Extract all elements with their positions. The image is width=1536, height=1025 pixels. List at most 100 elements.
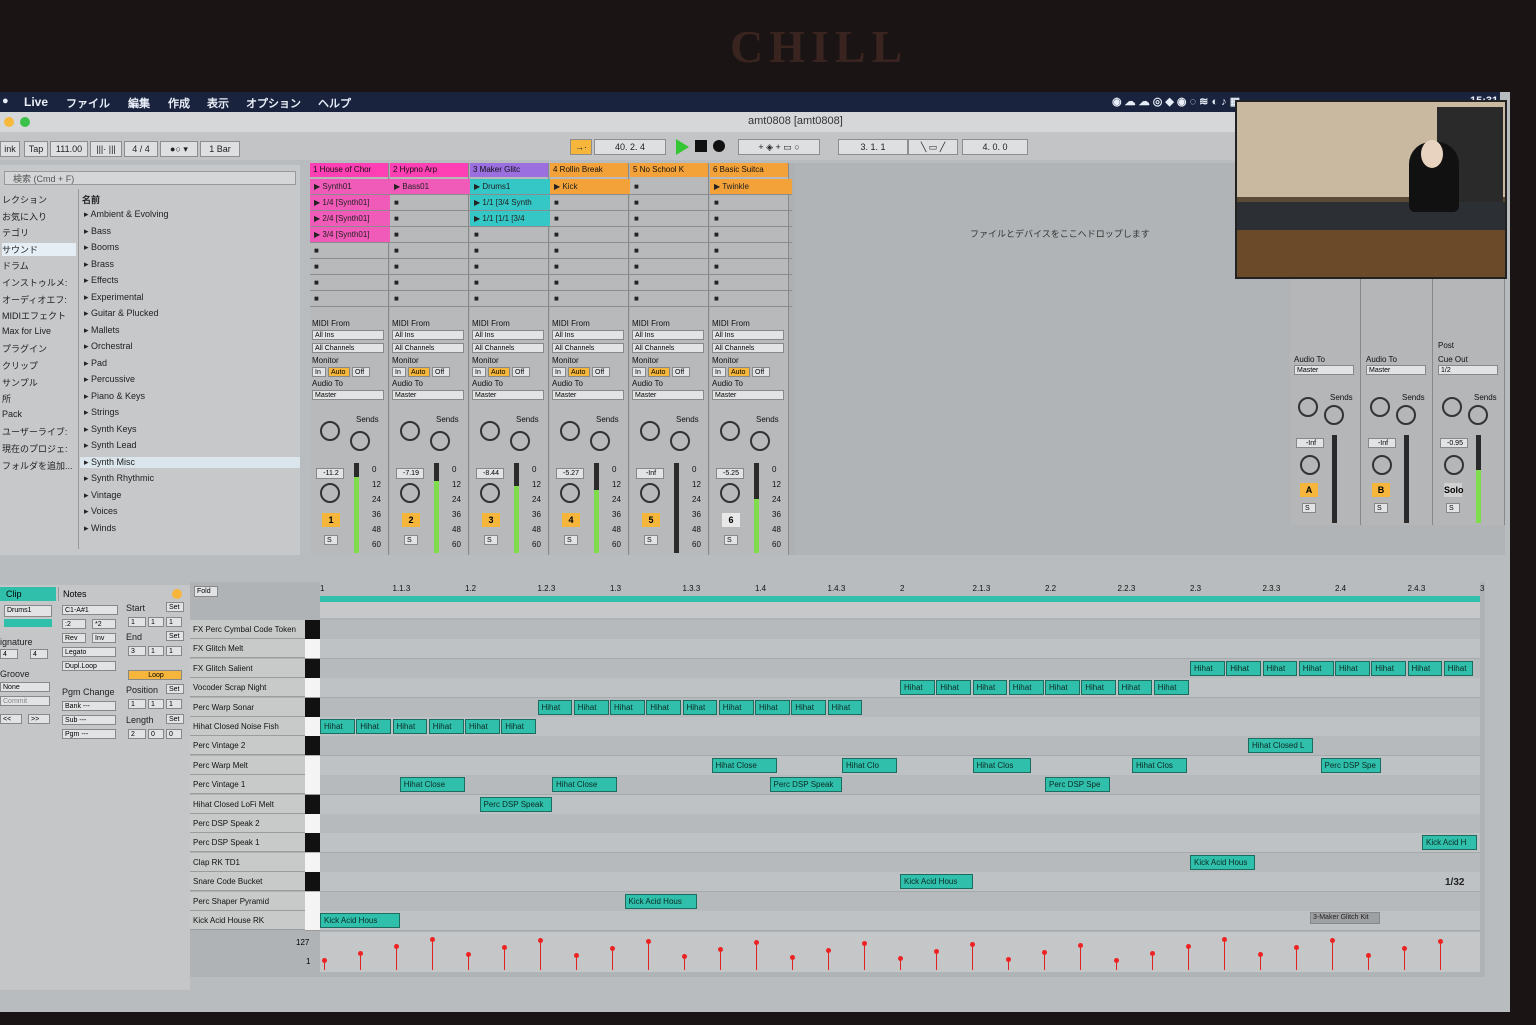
browser-item[interactable]: ▸ Strings — [80, 407, 300, 418]
signature-field[interactable]: 4 / 4 — [124, 141, 158, 157]
key-label[interactable]: Perc Warp Sonar — [190, 697, 305, 717]
note-lane[interactable] — [320, 852, 1480, 873]
end-set-button[interactable]: Set — [166, 631, 184, 641]
nudge-icon[interactable]: |||· ||| — [90, 141, 122, 157]
piano-key[interactable] — [305, 755, 320, 776]
note-lane[interactable] — [320, 891, 1480, 912]
clip-slot[interactable]: ▶ Synth01 — [310, 179, 392, 195]
menu-live[interactable]: Live — [24, 95, 48, 109]
notes-range-field[interactable]: C1-A#1 — [62, 605, 118, 615]
track-header[interactable]: 4 Rollin Break — [550, 163, 628, 177]
send-a-knob[interactable] — [400, 421, 420, 441]
menu-view[interactable]: 表示 — [207, 95, 229, 111]
velocity-bar[interactable] — [1332, 940, 1333, 970]
midi-note[interactable]: Hihat — [1153, 680, 1189, 696]
midi-note[interactable]: Hihat — [791, 699, 827, 715]
midi-note[interactable]: Hihat — [827, 699, 863, 715]
piano-key[interactable] — [305, 911, 320, 931]
note-lane[interactable] — [320, 755, 1480, 776]
velocity-handle[interactable] — [466, 952, 471, 957]
track-header[interactable]: 5 No School K — [630, 163, 708, 177]
solo-button[interactable]: S — [1302, 503, 1316, 513]
track-header[interactable]: 1 House of Chor — [310, 163, 388, 177]
bank-select[interactable]: Bank --- — [62, 701, 116, 711]
volume-field[interactable]: -Inf — [636, 468, 664, 479]
volume-field[interactable]: -11.2 — [316, 468, 344, 479]
midi-note[interactable]: Kick Acid Hous — [624, 893, 697, 909]
midi-in-select[interactable]: All Ins — [472, 330, 544, 340]
midi-note[interactable]: Hihat — [610, 699, 645, 715]
velocity-handle[interactable] — [1258, 952, 1263, 957]
monitor-off[interactable]: Off — [432, 367, 450, 377]
browser-item[interactable]: ▸ Voices — [80, 506, 300, 517]
menu-create[interactable]: 作成 — [168, 95, 190, 111]
length-sixteenth[interactable]: 0 — [166, 729, 182, 739]
clip-slot[interactable]: ■ — [630, 227, 712, 243]
clip-slot[interactable]: ■ — [550, 243, 632, 259]
pan-knob[interactable] — [720, 483, 740, 503]
song-position[interactable]: 40. 2. 4 — [594, 139, 666, 155]
velocity-bar[interactable] — [720, 949, 721, 970]
sidebar-item[interactable]: オーディオエフ: — [2, 293, 76, 306]
velocity-handle[interactable] — [898, 956, 903, 961]
velocity-bar[interactable] — [864, 943, 865, 970]
sidebar-item[interactable]: 現在のプロジェ: — [2, 442, 76, 455]
commit-button[interactable]: Commit — [0, 696, 50, 706]
next-button[interactable]: >> — [28, 714, 50, 724]
solo-button[interactable]: S — [404, 535, 418, 545]
midi-note[interactable]: Hihat — [1371, 660, 1407, 676]
clip-slot[interactable]: ▶ Twinkle — [710, 179, 792, 195]
key-label[interactable]: FX Glitch Melt — [190, 639, 305, 659]
monitor-in[interactable]: In — [552, 367, 566, 377]
monitor-auto[interactable]: Auto — [648, 367, 670, 377]
send-b-knob[interactable] — [1324, 405, 1344, 425]
send-a-knob[interactable] — [720, 421, 740, 441]
groove-select[interactable]: None — [0, 682, 50, 692]
velocity-bar[interactable] — [828, 950, 829, 970]
browser-item[interactable]: ▸ Vintage — [80, 490, 300, 501]
signature-denominator[interactable]: 4 — [30, 649, 48, 659]
monitor-in[interactable]: In — [472, 367, 486, 377]
velocity-handle[interactable] — [646, 939, 651, 944]
length-set-button[interactable]: Set — [166, 714, 184, 724]
key-label[interactable]: Perc DSP Speak 2 — [190, 814, 305, 833]
track-activator[interactable]: 4 — [562, 513, 580, 527]
pan-knob[interactable] — [560, 483, 580, 503]
prev-button[interactable]: << — [0, 714, 22, 724]
sidebar-item[interactable]: レクション — [2, 193, 76, 206]
return-output-select[interactable]: Master — [1294, 365, 1354, 375]
sidebar-item[interactable]: サンプル — [2, 376, 76, 389]
piano-key[interactable] — [305, 620, 320, 639]
clip-slot[interactable]: ■ — [310, 275, 392, 291]
note-grid[interactable]: FX Perc Cymbal Code Token FX Glitch Melt F… — [190, 620, 1480, 931]
menu-file[interactable]: ファイル — [66, 95, 110, 111]
sidebar-item[interactable]: Pack — [2, 409, 76, 419]
clip-slot[interactable]: ■ — [630, 291, 712, 307]
sidebar-item[interactable]: ユーザーライブ: — [2, 425, 76, 438]
legato-button[interactable]: Legato — [62, 647, 116, 657]
velocity-bar[interactable] — [1296, 947, 1297, 970]
monitor-auto[interactable]: Auto — [728, 367, 750, 377]
velocity-bar[interactable] — [396, 946, 397, 970]
invert-button[interactable]: Inv — [92, 633, 116, 643]
sidebar-item[interactable]: サウンド — [2, 242, 76, 256]
midi-note[interactable]: Hihat — [972, 680, 1008, 696]
clip-slot[interactable]: ■ — [390, 259, 472, 275]
tempo-field[interactable]: 111.00 — [50, 141, 88, 157]
monitor-off[interactable]: Off — [752, 367, 770, 377]
midi-channel-select[interactable]: All Channels — [392, 343, 464, 353]
play-icon[interactable] — [676, 139, 689, 155]
midi-in-select[interactable]: All Ins — [392, 330, 464, 340]
piano-key[interactable] — [305, 891, 320, 912]
sidebar-item[interactable]: フォルダを追加... — [2, 459, 76, 472]
midi-note[interactable]: Hihat — [392, 719, 428, 734]
note-lane[interactable] — [320, 833, 1480, 854]
send-b-knob[interactable] — [430, 431, 450, 451]
velocity-handle[interactable] — [1222, 937, 1227, 942]
midi-note[interactable]: Hihat — [718, 699, 754, 715]
clip-slot[interactable]: ■ — [390, 243, 472, 259]
velocity-bar[interactable] — [972, 944, 973, 970]
velocity-handle[interactable] — [754, 940, 759, 945]
key-label[interactable]: FX Glitch Salient — [190, 658, 305, 678]
send-a-knob[interactable] — [640, 421, 660, 441]
